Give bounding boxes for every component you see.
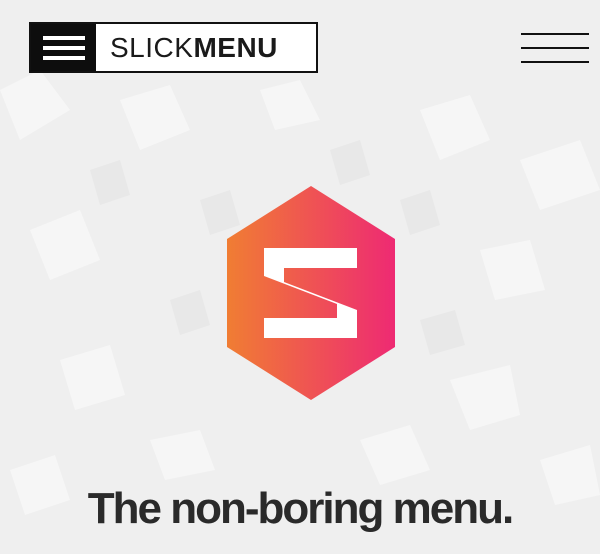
menu-toggle-button[interactable] (521, 30, 589, 66)
hamburger-icon (31, 24, 96, 71)
brand-wordmark-light: SLICK (110, 31, 194, 63)
brand-wordmark: SLICK MENU (96, 24, 316, 71)
logo-mark-bar (42, 35, 85, 40)
brand-wordmark-bold: MENU (193, 31, 278, 63)
logo-mark-bar (42, 45, 85, 50)
logo-mark-bar (42, 55, 85, 60)
hero-headline: The non-boring menu. (87, 484, 514, 533)
brand-logo[interactable]: SLICK MENU (29, 22, 318, 73)
hamburger-icon-bar (521, 61, 589, 63)
s-hexagon-icon (227, 186, 395, 400)
hamburger-icon-bar (521, 47, 589, 49)
hamburger-icon-bar (521, 33, 589, 35)
